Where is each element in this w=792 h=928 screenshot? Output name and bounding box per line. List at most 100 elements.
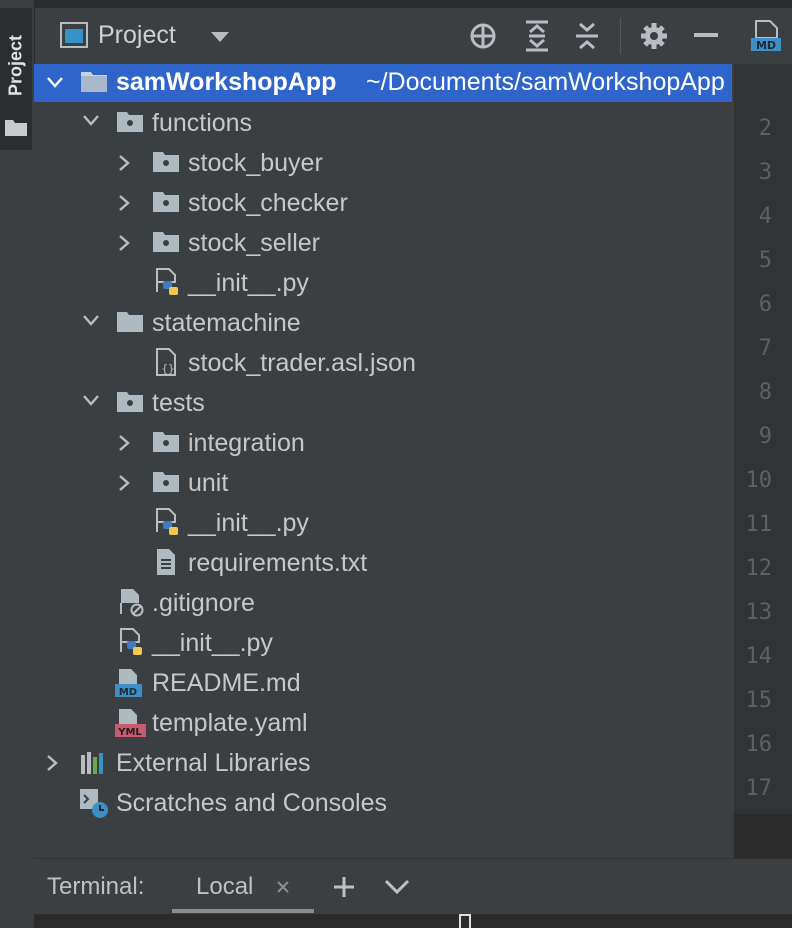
root-name: samWorkshopApp — [116, 68, 337, 96]
svg-text:YML: YML — [117, 727, 142, 738]
tree-item-statemachine[interactable]: statemachine — [34, 304, 732, 344]
svg-text:MD: MD — [756, 39, 776, 52]
tree-item-label: statemachine — [152, 309, 301, 337]
tree-item-requirements-txt[interactable]: requirements.txt — [34, 544, 732, 584]
tree-item-label: __init__.py — [152, 629, 273, 657]
close-icon[interactable] — [276, 880, 290, 894]
module-folder-icon — [81, 72, 107, 92]
ignored-file-icon — [120, 589, 144, 617]
markdown-file-icon: MD — [115, 669, 142, 698]
minimize-icon[interactable] — [694, 33, 718, 39]
chevron-right-icon[interactable] — [118, 474, 132, 492]
python-file-icon — [156, 508, 178, 535]
tree-item-integration[interactable]: integration — [34, 424, 732, 464]
add-terminal-icon[interactable] — [332, 875, 356, 899]
package-folder-icon — [117, 112, 143, 132]
project-tool-tab[interactable]: Project — [0, 8, 32, 150]
project-panel-header: Project — [34, 8, 734, 64]
tree-item-tests[interactable]: tests — [34, 384, 732, 424]
tree-item-label: unit — [188, 469, 229, 497]
package-folder-icon — [153, 232, 179, 252]
header-divider — [620, 18, 621, 54]
tree-root-row[interactable]: samWorkshopApp ~/Documents/samWorkshopAp… — [34, 64, 732, 102]
tree-item-label: stock_buyer — [188, 149, 323, 177]
collapse-all-icon[interactable] — [574, 20, 600, 52]
folder-icon — [5, 120, 27, 136]
tree-item-label: stock_trader.asl.json — [188, 349, 416, 377]
tree-item-functions[interactable]: functions — [34, 104, 732, 144]
tree-item-readme-md[interactable]: MD README.md — [34, 664, 732, 704]
tree-item-template-yaml[interactable]: YML template.yaml — [34, 704, 732, 744]
markdown-file-icon[interactable]: MD — [750, 20, 784, 52]
line-number: 8 — [758, 380, 772, 405]
terminal-tool-bar: Terminal: Local — [34, 858, 792, 915]
chevron-right-icon[interactable] — [118, 194, 132, 212]
tree-item-gitignore[interactable]: .gitignore — [34, 584, 732, 624]
folder-icon — [117, 312, 143, 332]
expand-all-icon[interactable] — [524, 20, 550, 52]
tree-item-label: External Libraries — [116, 749, 311, 777]
tree-item-stock-seller[interactable]: stock_seller — [34, 224, 732, 264]
package-folder-icon — [153, 432, 179, 452]
tree-item-external-libraries[interactable]: External Libraries — [34, 744, 732, 784]
tree-item-label: __init__.py — [188, 269, 309, 297]
terminal-tab-local[interactable]: Local — [172, 859, 314, 913]
chevron-down-icon[interactable] — [82, 314, 100, 328]
line-number: 3 — [758, 160, 772, 185]
chevron-down-icon[interactable] — [384, 879, 410, 895]
python-file-icon — [156, 268, 178, 295]
chevron-down-icon[interactable] — [82, 114, 100, 128]
locate-target-icon[interactable] — [469, 22, 497, 50]
terminal-label: Terminal: — [47, 873, 145, 900]
tree-item-label: requirements.txt — [188, 549, 368, 577]
yaml-file-icon: YML — [115, 709, 146, 738]
editor-gutter: 2 3 4 5 6 7 8 9 10 11 12 13 14 15 16 17 — [734, 64, 792, 814]
tree-item-init-py[interactable]: __init__.py — [34, 624, 732, 664]
line-number: 14 — [745, 644, 773, 669]
tree-item-scratches[interactable]: Scratches and Consoles — [34, 784, 732, 824]
svg-text:MD: MD — [119, 687, 137, 698]
tool-window-strip: Project — [0, 0, 35, 928]
chevron-down-icon[interactable] — [82, 394, 100, 408]
package-folder-icon — [153, 192, 179, 212]
tree-item-init-py[interactable]: __init__.py — [34, 264, 732, 304]
tree-item-label: README.md — [152, 669, 301, 697]
cursor-block — [459, 914, 471, 928]
project-view-icon[interactable] — [60, 22, 88, 48]
chevron-right-icon[interactable] — [118, 234, 132, 252]
terminal-body[interactable] — [34, 914, 792, 928]
line-number: 13 — [745, 600, 773, 625]
line-number: 7 — [758, 336, 772, 361]
line-number: 2 — [758, 116, 772, 141]
editor-empty-area — [734, 814, 792, 858]
tree-item-label: template.yaml — [152, 709, 308, 737]
panel-title[interactable]: Project — [98, 21, 176, 50]
chevron-down-icon[interactable] — [46, 76, 64, 90]
tree-item-label: tests — [152, 389, 205, 417]
tree-item-unit[interactable]: unit — [34, 464, 732, 504]
line-number: 9 — [758, 424, 772, 449]
dropdown-chevron-icon[interactable] — [209, 30, 231, 44]
terminal-tab-label: Local — [196, 873, 254, 900]
text-file-icon — [157, 549, 175, 575]
root-path: ~/Documents/samWorkshopApp — [366, 68, 725, 96]
line-number: 17 — [745, 776, 773, 801]
tree-item-label: Scratches and Consoles — [116, 789, 387, 817]
gear-icon[interactable] — [640, 22, 668, 50]
line-number: 15 — [745, 688, 773, 713]
tree-item-label: __init__.py — [188, 509, 309, 537]
active-tab-indicator — [172, 909, 314, 913]
chevron-right-icon[interactable] — [46, 754, 60, 772]
tree-item-label: stock_seller — [188, 229, 320, 257]
scratches-icon — [80, 789, 108, 818]
line-number: 4 — [758, 204, 772, 229]
chevron-right-icon[interactable] — [118, 434, 132, 452]
tree-item-stock-trader-json[interactable]: {} stock_trader.asl.json — [34, 344, 732, 384]
tree-item-init-py[interactable]: __init__.py — [34, 504, 732, 544]
tree-item-label: .gitignore — [152, 589, 255, 617]
chevron-right-icon[interactable] — [118, 154, 132, 172]
project-tool-tab-label: Project — [5, 34, 26, 96]
tree-item-stock-buyer[interactable]: stock_buyer — [34, 144, 732, 184]
top-edge — [0, 0, 792, 8]
tree-item-stock-checker[interactable]: stock_checker — [34, 184, 732, 224]
